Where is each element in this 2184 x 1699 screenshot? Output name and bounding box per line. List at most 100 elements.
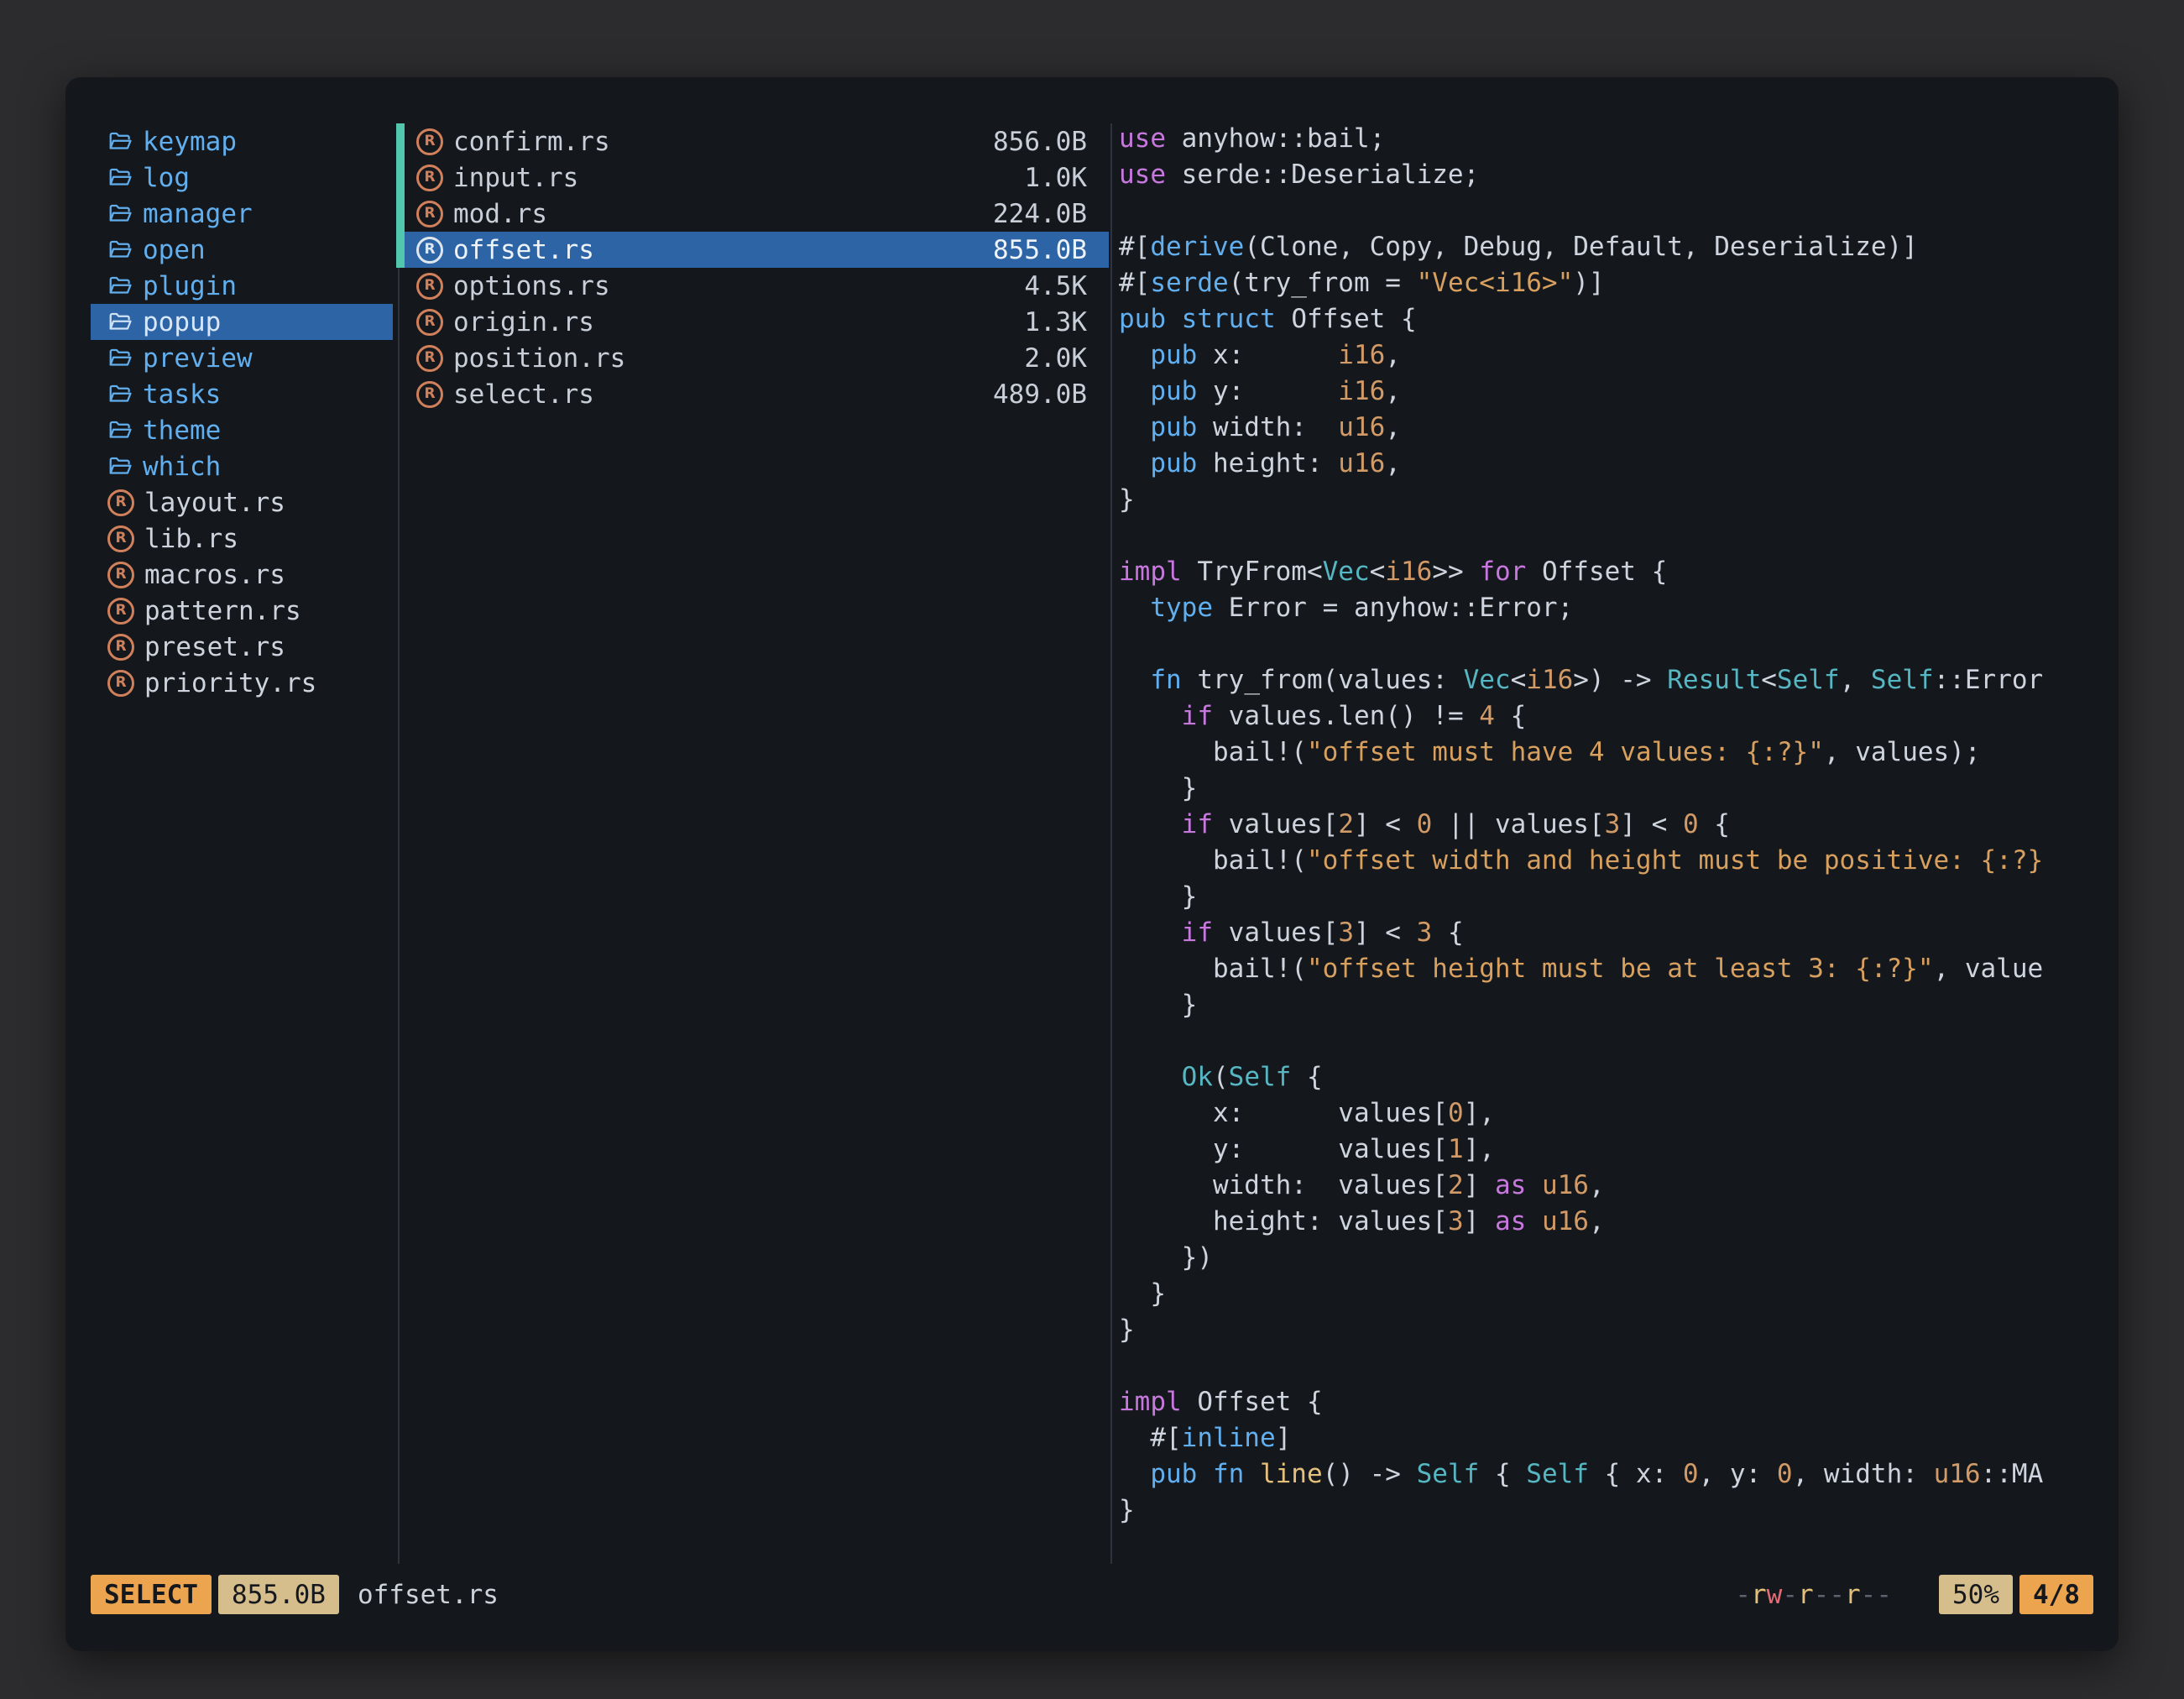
folder-open-icon [107,382,133,407]
item-name: theme [143,416,221,446]
file-row[interactable]: origin.rs 1.3K [400,304,1109,340]
rust-file-icon [416,128,443,155]
code-line: pub fn line() -> Self { Self { x: 0, y: … [1119,1459,2113,1495]
code-line: } [1119,990,2113,1026]
file-row[interactable]: options.rs 4.5K [400,268,1109,304]
code-line: #[derive(Clone, Copy, Debug, Default, De… [1119,232,2113,268]
status-left-group: SELECT 855.0B offset.rs [91,1575,499,1614]
rust-file-icon [107,598,134,625]
permission-char: r [1845,1580,1861,1610]
folder-open-icon [107,129,133,154]
rust-file-icon [107,634,134,661]
permission-char: - [1782,1580,1798,1610]
parent-directory-list: keymap log manager [91,123,393,701]
parent-directory-item[interactable]: priority.rs [91,665,393,701]
rust-file-icon [416,237,443,264]
parent-directory-item[interactable]: popup [91,304,393,340]
code-line: } [1119,1315,2113,1351]
parent-directory-item[interactable]: open [91,232,393,268]
code-line: impl TryFrom<Vec<i16>> for Offset { [1119,557,2113,593]
file-size: 2.0K [1024,343,1087,374]
code-line: width: values[2] as u16, [1119,1170,2113,1206]
parent-directory-item[interactable]: lib.rs [91,520,393,557]
mode-badge: SELECT [91,1575,212,1614]
code-line: pub x: i16, [1119,340,2113,376]
code-line [1119,1026,2113,1062]
file-name: select.rs [453,379,594,410]
item-name: which [143,452,221,482]
item-name: preset.rs [144,632,285,662]
rust-file-icon [107,562,134,588]
item-name: log [143,163,190,193]
permissions-text: -rw-r--r-- [1735,1580,1892,1610]
permission-char: r [1798,1580,1814,1610]
status-bar: SELECT 855.0B offset.rs -rw-r--r-- 50% 4… [91,1575,2093,1614]
code-line: bail!("offset must have 4 values: {:?}",… [1119,737,2113,773]
code-line: } [1119,773,2113,809]
parent-directory-item[interactable]: preview [91,340,393,376]
code-line [1119,196,2113,232]
item-name: plugin [143,271,237,301]
terminal-window: keymap log manager [65,77,2119,1651]
code-line: bail!("offset width and height must be p… [1119,845,2113,881]
file-row[interactable]: position.rs 2.0K [400,340,1109,376]
permission-char: w [1767,1580,1783,1610]
scroll-percent-badge: 50% [1939,1575,2013,1614]
code-line: #[inline] [1119,1423,2113,1459]
code-line: y: values[1], [1119,1134,2113,1170]
parent-directory-item[interactable]: which [91,448,393,484]
rust-file-icon [416,201,443,227]
parent-directory-item[interactable]: preset.rs [91,629,393,665]
folder-open-icon [107,346,133,371]
parent-directory-item[interactable]: manager [91,196,393,232]
permission-char: r [1751,1580,1767,1610]
code-line: impl Offset { [1119,1387,2113,1423]
code-line: pub height: u16, [1119,448,2113,484]
code-line: } [1119,1278,2113,1315]
parent-directory-item[interactable]: plugin [91,268,393,304]
code-line: Ok(Self { [1119,1062,2113,1098]
file-row[interactable]: mod.rs 224.0B [400,196,1109,232]
parent-directory-item[interactable]: theme [91,412,393,448]
status-right-group: -rw-r--r-- 50% 4/8 [1735,1575,2093,1614]
code-line: pub y: i16, [1119,376,2113,412]
rust-file-icon [416,273,443,300]
parent-directory-item[interactable]: log [91,159,393,196]
file-size: 489.0B [993,379,1087,410]
file-size-badge: 855.0B [218,1575,339,1614]
file-name: origin.rs [453,307,594,337]
item-name: keymap [143,127,237,157]
parent-directory-item[interactable]: tasks [91,376,393,412]
file-row[interactable]: offset.rs 855.0B [400,232,1109,268]
rust-file-icon [416,345,443,372]
folder-open-icon [107,274,133,299]
rust-file-icon [107,525,134,552]
file-row[interactable]: input.rs 1.0K [400,159,1109,196]
code-line [1119,520,2113,557]
parent-directory-item[interactable]: layout.rs [91,484,393,520]
item-name: lib.rs [144,524,238,554]
status-filename: offset.rs [358,1580,499,1610]
file-size: 224.0B [993,199,1087,229]
pane-divider-right [1110,123,1112,1564]
item-name: macros.rs [144,560,285,590]
rust-file-icon [416,381,443,408]
code-line: } [1119,1495,2113,1531]
parent-directory-item[interactable]: pattern.rs [91,593,393,629]
code-line: if values.len() != 4 { [1119,701,2113,737]
code-line: } [1119,484,2113,520]
permission-char: - [1735,1580,1751,1610]
code-line: pub struct Offset { [1119,304,2113,340]
parent-directory-item[interactable]: keymap [91,123,393,159]
item-name: manager [143,199,253,229]
item-name: tasks [143,379,221,410]
parent-directory-item[interactable]: macros.rs [91,557,393,593]
file-size: 1.3K [1024,307,1087,337]
current-directory-list: confirm.rs 856.0B input.rs 1.0K [400,123,1109,412]
file-size: 1.0K [1024,163,1087,193]
code-line: pub width: u16, [1119,412,2113,448]
item-name: open [143,235,206,265]
file-row[interactable]: confirm.rs 856.0B [400,123,1109,159]
file-row[interactable]: select.rs 489.0B [400,376,1109,412]
item-name: popup [143,307,221,337]
